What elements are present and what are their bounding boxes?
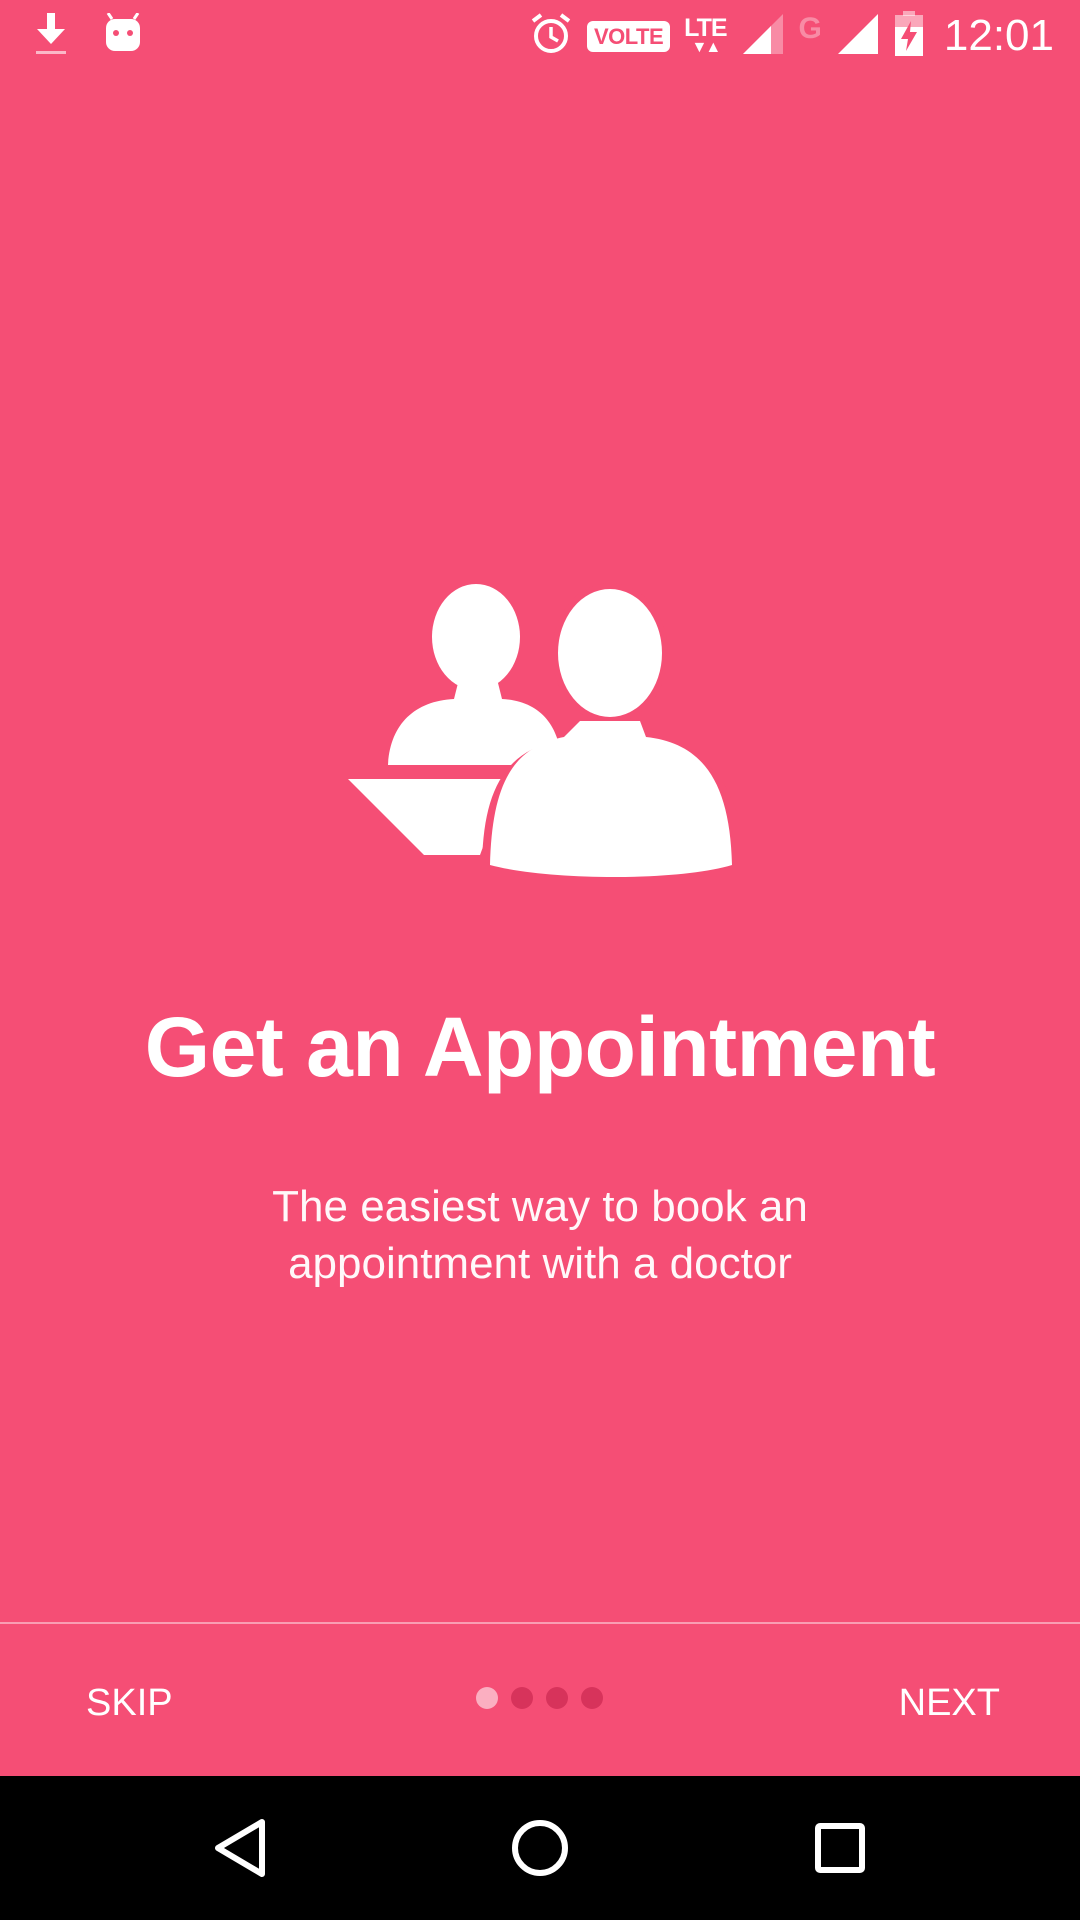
lte-icon: LTE ▼▲ <box>684 14 727 56</box>
download-icon <box>34 11 68 62</box>
skip-button[interactable]: SKIP <box>86 1682 173 1725</box>
volte-badge: VOLTE <box>586 20 671 52</box>
status-bar: VOLTE LTE ▼▲ G 12:01 <box>0 0 1080 72</box>
status-right-icons: VOLTE LTE ▼▲ G 12:01 <box>529 8 1054 64</box>
doctor-patient-icon <box>340 575 748 895</box>
system-nav-bar <box>0 1776 1080 1920</box>
onboarding-title: Get an Appointment <box>144 1000 936 1094</box>
page-dot-3 <box>546 1687 568 1709</box>
onboarding-bottom-bar: SKIP NEXT <box>0 1624 1080 1776</box>
g-network-icon: G <box>798 12 822 45</box>
signal-icon <box>836 12 880 61</box>
back-icon[interactable] <box>204 1812 276 1884</box>
next-button[interactable]: NEXT <box>899 1682 1000 1725</box>
onboarding-subtitle: The easiest way to book an appointment w… <box>200 1178 880 1292</box>
recents-icon[interactable] <box>804 1812 876 1884</box>
status-left-icons <box>34 10 142 62</box>
page-dot-4 <box>581 1687 603 1709</box>
android-icon <box>104 11 142 60</box>
home-icon[interactable] <box>504 1812 576 1884</box>
lte-label: LTE <box>684 14 727 42</box>
data-arrows-icon: ▼▲ <box>691 39 722 56</box>
page-dot-1 <box>476 1687 498 1709</box>
alarm-icon <box>529 12 573 61</box>
signal-icon <box>741 12 785 61</box>
page-dot-2 <box>511 1687 533 1709</box>
page-indicator <box>476 1687 603 1709</box>
subtitle-line-2: appointment with a doctor <box>288 1239 792 1288</box>
subtitle-line-1: The easiest way to book an <box>272 1182 808 1231</box>
status-clock: 12:01 <box>943 11 1054 60</box>
battery-charging-icon <box>894 10 924 62</box>
